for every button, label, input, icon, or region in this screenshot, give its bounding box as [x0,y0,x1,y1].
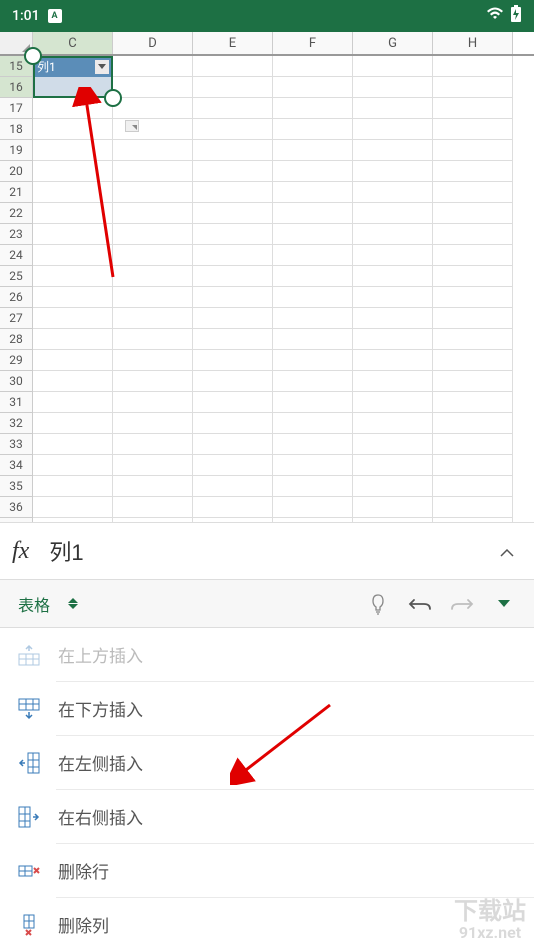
insert-below-icon [18,698,40,720]
menu-label: 在右侧插入 [58,804,143,829]
row-header[interactable]: 26 [0,287,33,308]
row-header[interactable]: 36 [0,497,33,518]
insert-above-icon [18,644,40,666]
menu-insert-left[interactable]: 在左侧插入 [0,736,534,789]
row-header[interactable]: 22 [0,203,33,224]
row-header[interactable]: 31 [0,392,33,413]
keyboard-indicator-icon: A [48,9,62,23]
column-header[interactable]: F [273,32,353,54]
selection-handle-br[interactable] [104,89,122,107]
column-header[interactable]: D [113,32,193,54]
menu-insert-above: 在上方插入 [0,628,534,681]
cell-area[interactable] [33,56,534,522]
insert-left-icon [18,752,40,774]
row-header[interactable]: 20 [0,161,33,182]
selection-handle-tl[interactable] [24,47,42,65]
row-headers: 15 16 17 18 19 20 21 22 23 24 25 26 27 2… [0,56,33,522]
formula-input[interactable] [49,538,492,564]
row-header[interactable]: 37 [0,518,33,522]
menu-delete-row[interactable]: 删除行 [0,844,534,897]
insert-right-icon [18,806,40,828]
fx-icon: fx [12,538,29,565]
category-selector[interactable]: 表格 [18,592,50,616]
selected-cell-fill [33,77,113,98]
row-header[interactable]: 16 [0,77,33,98]
menu-insert-below[interactable]: 在下方插入 [0,682,534,735]
row-header[interactable]: 28 [0,329,33,350]
row-header[interactable]: 17 [0,98,33,119]
column-header[interactable]: C [33,32,113,54]
watermark: 下载站 91xz.net [454,898,526,942]
row-header[interactable]: 35 [0,476,33,497]
ribbon-toolbar: 表格 [0,580,534,628]
row-header[interactable]: 27 [0,308,33,329]
menu-label: 在下方插入 [58,696,143,721]
row-header[interactable]: 25 [0,266,33,287]
menu-label: 在左侧插入 [58,750,143,775]
row-header[interactable]: 32 [0,413,33,434]
delete-col-icon [18,914,40,936]
delete-row-icon [18,860,40,882]
column-headers: C D E F G H [33,32,534,56]
more-chevron-icon[interactable] [492,592,516,616]
table-header-cell[interactable]: 列1 [33,56,113,77]
undo-icon[interactable] [408,592,432,616]
redo-icon[interactable] [450,592,474,616]
row-header[interactable]: 33 [0,434,33,455]
lightbulb-icon[interactable] [366,592,390,616]
row-header[interactable]: 29 [0,350,33,371]
row-header[interactable]: 30 [0,371,33,392]
column-header[interactable]: G [353,32,433,54]
menu-label: 删除行 [58,858,109,883]
row-header[interactable]: 21 [0,182,33,203]
menu-insert-right[interactable]: 在右侧插入 [0,790,534,843]
row-header[interactable]: 24 [0,245,33,266]
status-time: 1:01 [12,8,40,24]
filter-dropdown-button[interactable] [95,60,109,74]
formula-bar: fx [0,522,534,580]
row-header[interactable]: 34 [0,455,33,476]
status-bar: 1:01 A [0,0,534,32]
expand-formula-icon[interactable] [492,534,522,569]
column-header[interactable]: H [433,32,513,54]
menu-label: 在上方插入 [58,642,143,667]
battery-icon [510,5,522,27]
row-header[interactable]: 23 [0,224,33,245]
column-header[interactable]: E [193,32,273,54]
spreadsheet-grid[interactable]: C D E F G H 15 16 17 18 19 20 21 22 23 2… [0,32,534,522]
row-header[interactable]: 19 [0,140,33,161]
menu-label: 删除列 [58,912,109,937]
row-header[interactable]: 18 [0,119,33,140]
wifi-icon [486,7,504,25]
fill-handle[interactable] [125,120,139,132]
category-chevron-icon[interactable] [68,598,78,609]
